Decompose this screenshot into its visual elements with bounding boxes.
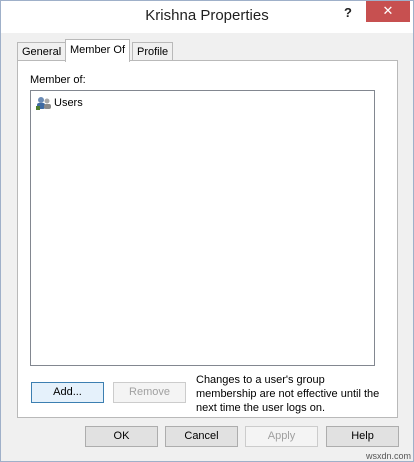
member-of-panel: Member of: Users Add... Remove Changes t… (17, 60, 398, 418)
add-button[interactable]: Add... (31, 382, 104, 403)
list-item-label: Users (54, 97, 83, 109)
member-of-label: Member of: (30, 74, 86, 86)
tab-profile[interactable]: Profile (132, 42, 174, 61)
properties-dialog: Krishna Properties ? ✕ General Member Of… (0, 0, 414, 462)
membership-note: Changes to a user's group membership are… (196, 374, 380, 414)
title-bar[interactable]: Krishna Properties ? ✕ (1, 1, 413, 33)
watermark: wsxdn.com (366, 451, 412, 461)
help-button[interactable]: Help (326, 426, 399, 447)
help-icon[interactable]: ? (337, 3, 359, 23)
cancel-button[interactable]: Cancel (165, 426, 238, 447)
remove-button[interactable]: Remove (113, 382, 186, 403)
member-of-list[interactable]: Users (30, 90, 375, 366)
group-icon (36, 95, 52, 111)
ok-button[interactable]: OK (85, 426, 158, 447)
close-icon[interactable]: ✕ (366, 1, 410, 22)
apply-button[interactable]: Apply (245, 426, 318, 447)
tab-member-of[interactable]: Member Of (65, 39, 131, 62)
tab-general[interactable]: General (17, 42, 67, 61)
